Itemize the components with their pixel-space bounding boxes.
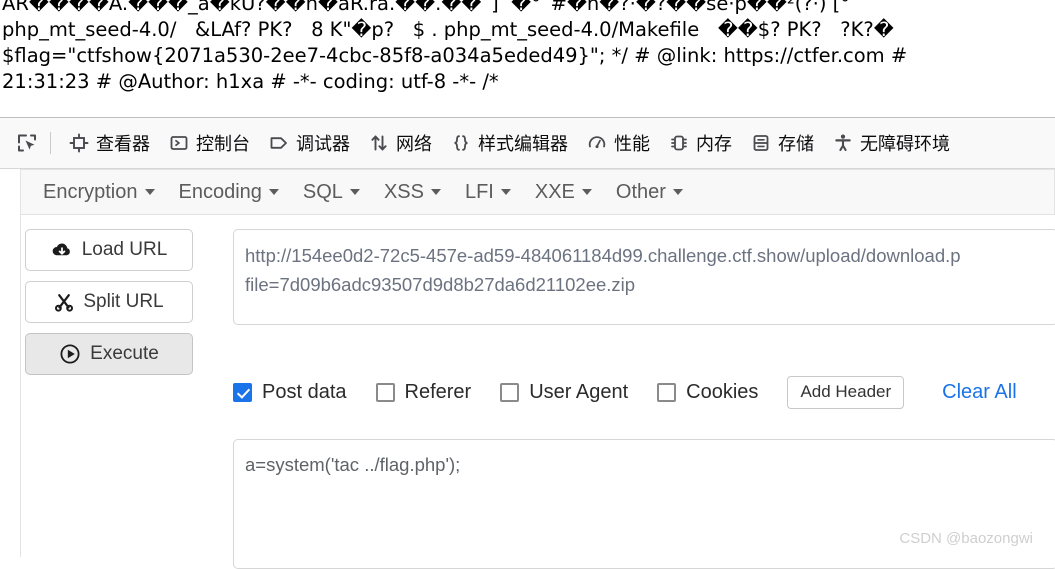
execute-button[interactable]: Execute [25, 333, 193, 375]
hackbar-menu-sql[interactable]: SQL [291, 177, 372, 208]
debugger-icon [268, 132, 290, 154]
load-url-label: Load URL [82, 239, 168, 261]
chevron-down-icon [431, 189, 441, 195]
url-input[interactable]: http://154ee0d2-72c5-457e-ad59-484061184… [233, 229, 1055, 325]
add-header-button[interactable]: Add Header [787, 376, 904, 409]
page-text-line: AR����Â.���_a�kU?��h�áR.rà.��.��´] �°´… [2, 0, 1053, 17]
referer-label: Referer [405, 381, 472, 404]
cookies-checkbox[interactable]: Cookies [657, 381, 758, 404]
devtools-tab-label: 内存 [696, 130, 732, 156]
devtools-tab-label: 样式编辑器 [478, 130, 568, 156]
devtools-tab-style-editor[interactable]: 样式编辑器 [441, 123, 577, 163]
checkbox-box [233, 383, 252, 402]
chevron-down-icon [673, 189, 683, 195]
chevron-down-icon [582, 189, 592, 195]
devtools-tab-label: 性能 [614, 130, 650, 156]
hackbar-menubar: Encryption Encoding SQL XSS LFI XXE Othe… [20, 169, 1055, 215]
devtools-tab-label: 查看器 [96, 130, 150, 156]
hackbar-panel: Load URL Split URL Execute htt [20, 215, 1055, 557]
checkbox-box [376, 383, 395, 402]
checkbox-box [657, 383, 676, 402]
hackbar-menu-label: Encoding [179, 181, 262, 204]
devtools-tab-label: 存储 [778, 130, 814, 156]
cookies-label: Cookies [686, 381, 758, 404]
user-agent-checkbox[interactable]: User Agent [500, 381, 628, 404]
post-data-label: Post data [262, 381, 347, 404]
devtools-tab-storage[interactable]: 存储 [741, 123, 823, 163]
hackbar-menu-encryption[interactable]: Encryption [31, 177, 167, 208]
devtools-tab-inspector[interactable]: 查看器 [59, 123, 159, 163]
hackbar-menu-label: XSS [384, 181, 424, 204]
devtools-tab-network[interactable]: 网络 [359, 123, 441, 163]
devtools-tab-accessibility[interactable]: 无障碍环境 [823, 123, 959, 163]
devtools-tab-console[interactable]: 控制台 [159, 123, 259, 163]
url-text-line: file=7d09b6adc93507d9d8b27da6d21102ee.zi… [245, 270, 1047, 299]
url-text-line: http://154ee0d2-72c5-457e-ad59-484061184… [245, 241, 1047, 270]
execute-label: Execute [90, 343, 159, 365]
style-editor-icon [450, 132, 472, 154]
referer-checkbox[interactable]: Referer [376, 381, 472, 404]
devtools-tab-performance[interactable]: 性能 [577, 123, 659, 163]
load-url-button[interactable]: Load URL [25, 229, 193, 271]
checkbox-box [500, 383, 519, 402]
chevron-down-icon [501, 189, 511, 195]
hackbar-menu-label: LFI [465, 181, 494, 204]
cloud-download-icon [51, 240, 73, 260]
post-data-text: a=system('tac ../flag.php'); [245, 452, 1047, 478]
hackbar-menu-label: XXE [535, 181, 575, 204]
post-data-input[interactable]: a=system('tac ../flag.php'); [233, 439, 1055, 569]
chevron-down-icon [269, 189, 279, 195]
hackbar-action-buttons: Load URL Split URL Execute [25, 229, 217, 385]
chevron-down-icon [145, 189, 155, 195]
chevron-down-icon [350, 189, 360, 195]
performance-icon [586, 132, 608, 154]
hackbar-menu-xxe[interactable]: XXE [523, 177, 604, 208]
hackbar-menu-label: Encryption [43, 181, 138, 204]
hackbar-menu-encoding[interactable]: Encoding [167, 177, 291, 208]
toolbar-divider [50, 132, 51, 154]
scissors-icon [54, 292, 74, 312]
page-content-area: AR����Â.���_a�kU?��h�áR.rà.��.��´] �°´… [0, 0, 1055, 117]
page-text-line: 21:31:23 # @Author: h1xa # -*- coding: u… [2, 69, 1053, 95]
devtools-tab-label: 控制台 [196, 130, 250, 156]
accessibility-icon [832, 132, 854, 154]
devtools-tab-debugger[interactable]: 调试器 [259, 123, 359, 163]
hackbar-menu-label: SQL [303, 181, 343, 204]
post-data-checkbox[interactable]: Post data [233, 381, 347, 404]
hackbar-options-row: Post data Referer User Agent Cookies Add… [233, 372, 1055, 412]
hackbar-menu-xss[interactable]: XSS [372, 177, 453, 208]
hackbar-menu-lfi[interactable]: LFI [453, 177, 523, 208]
network-icon [368, 132, 390, 154]
devtools-tab-label: 调试器 [296, 130, 350, 156]
inspector-icon [68, 132, 90, 154]
hackbar-menu-label: Other [616, 181, 666, 204]
devtools-tab-label: 无障碍环境 [860, 130, 950, 156]
play-circle-icon [59, 343, 81, 365]
hackbar-menu-other[interactable]: Other [604, 177, 695, 208]
console-icon [168, 132, 190, 154]
user-agent-label: User Agent [529, 381, 628, 404]
devtools-toolbar: 查看器 控制台 调试器 网络 [0, 117, 1055, 169]
clear-all-button[interactable]: Clear All [942, 381, 1016, 404]
split-url-label: Split URL [83, 291, 163, 313]
devtools-tab-label: 网络 [396, 130, 432, 156]
split-url-button[interactable]: Split URL [25, 281, 193, 323]
memory-icon [668, 132, 690, 154]
storage-icon [750, 132, 772, 154]
element-picker-icon[interactable] [8, 125, 46, 161]
page-text-line: php_mt_seed-4.0/ &LAf? PK? 8 K"�p? $ . p… [2, 17, 1053, 43]
page-text-line: $flag="ctfshow{2071a530-2ee7-4cbc-85f8-a… [2, 43, 1053, 69]
devtools-tab-memory[interactable]: 内存 [659, 123, 741, 163]
